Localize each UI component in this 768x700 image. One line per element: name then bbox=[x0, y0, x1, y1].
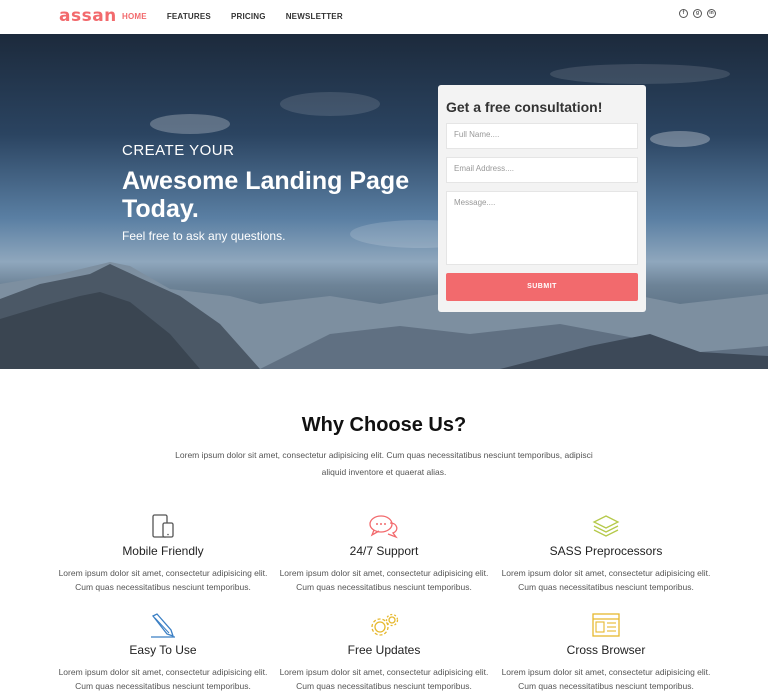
submit-button[interactable]: SUBMIT bbox=[446, 273, 638, 301]
feature-title: 24/7 Support bbox=[349, 544, 419, 558]
feature-title: Cross Browser bbox=[566, 643, 646, 657]
menu-home[interactable]: HOME bbox=[122, 12, 147, 21]
feature-sass: SASS Preprocessors Lorem ipsum dolor sit… bbox=[495, 512, 717, 594]
browser-icon bbox=[495, 611, 717, 639]
feature-description: Lorem ipsum dolor sit amet, consectetur … bbox=[501, 667, 711, 691]
why-description: Lorem ipsum dolor sit amet, consectetur … bbox=[175, 450, 593, 477]
top-navbar: assan HOME FEATURES PRICING NEWSLETTER f… bbox=[0, 0, 768, 34]
main-menu: HOME FEATURES PRICING NEWSLETTER bbox=[122, 12, 363, 21]
tablet-icon bbox=[52, 512, 274, 540]
feature-description: Lorem ipsum dolor sit amet, consectetur … bbox=[501, 568, 711, 592]
feature-description: Lorem ipsum dolor sit amet, consectetur … bbox=[279, 568, 489, 592]
hero-pretitle: CREATE YOUR bbox=[122, 142, 235, 159]
message-textarea[interactable]: Message.... bbox=[446, 191, 638, 265]
feature-title: Easy To Use bbox=[129, 643, 197, 657]
logo[interactable]: assan bbox=[59, 6, 117, 26]
menu-newsletter[interactable]: NEWSLETTER bbox=[286, 12, 343, 21]
pencil-icon bbox=[52, 611, 274, 639]
feature-title: SASS Preprocessors bbox=[549, 544, 663, 558]
hero-text: CREATE YOUR Awesome Landing Page Today. … bbox=[122, 142, 422, 243]
hero-section: CREATE YOUR Awesome Landing Page Today. … bbox=[0, 34, 768, 369]
feature-title: Free Updates bbox=[347, 643, 421, 657]
feature-free-updates: Free Updates Lorem ipsum dolor sit amet,… bbox=[273, 611, 495, 693]
feature-description: Lorem ipsum dolor sit amet, consectetur … bbox=[58, 667, 268, 691]
full-name-input[interactable]: Full Name.... bbox=[446, 123, 638, 149]
menu-features[interactable]: FEATURES bbox=[167, 12, 211, 21]
why-title: Why Choose Us? bbox=[301, 414, 467, 436]
hero-subtitle: Feel free to ask any questions. bbox=[122, 229, 286, 243]
feature-support: 24/7 Support Lorem ipsum dolor sit amet,… bbox=[273, 512, 495, 594]
form-title: Get a free consultation! bbox=[446, 99, 603, 115]
gears-icon bbox=[273, 611, 495, 639]
hero-title: Awesome Landing Page Today. bbox=[122, 167, 410, 223]
feature-description: Lorem ipsum dolor sit amet, consectetur … bbox=[279, 667, 489, 691]
menu-pricing[interactable]: PRICING bbox=[231, 12, 266, 21]
chat-icon bbox=[273, 512, 495, 540]
feature-mobile-friendly: Mobile Friendly Lorem ipsum dolor sit am… bbox=[52, 512, 274, 594]
layers-icon bbox=[495, 512, 717, 540]
feature-cross-browser: Cross Browser Lorem ipsum dolor sit amet… bbox=[495, 611, 717, 693]
email-input[interactable]: Email Address.... bbox=[446, 157, 638, 183]
google-plus-icon[interactable]: g bbox=[693, 9, 702, 18]
feature-title: Mobile Friendly bbox=[122, 544, 204, 558]
linkedin-icon[interactable]: in bbox=[707, 9, 716, 18]
facebook-icon[interactable]: f bbox=[679, 9, 688, 18]
consultation-form: Get a free consultation! Full Name.... E… bbox=[438, 85, 646, 312]
feature-easy-to-use: Easy To Use Lorem ipsum dolor sit amet, … bbox=[52, 611, 274, 693]
social-links: f g in bbox=[679, 9, 716, 18]
feature-description: Lorem ipsum dolor sit amet, consectetur … bbox=[58, 568, 268, 592]
